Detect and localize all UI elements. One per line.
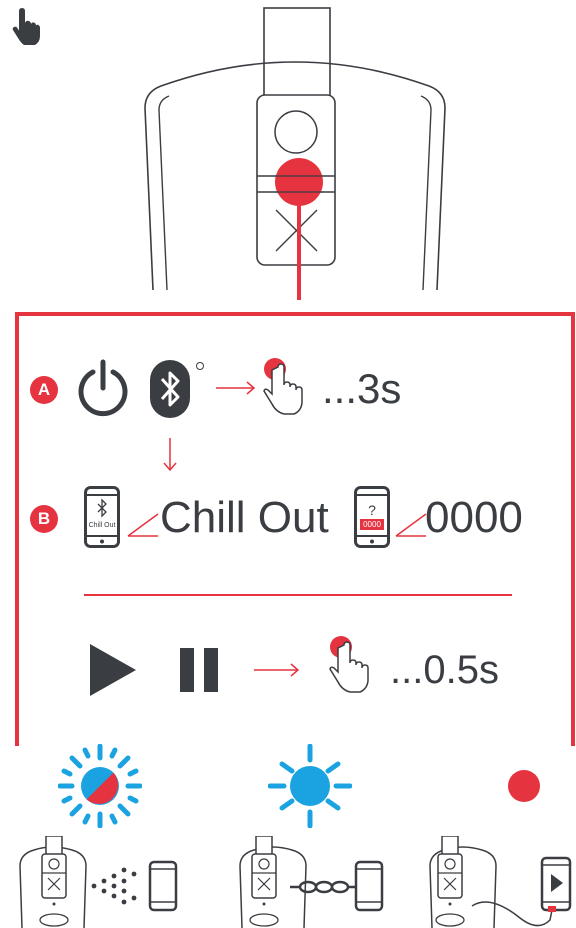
play-icon	[90, 644, 136, 696]
phone-screen-name: Chill Out	[88, 522, 116, 529]
pin-text: 0000	[425, 493, 523, 542]
phone-bluetooth-icon	[84, 486, 120, 548]
finger-press-icon	[262, 358, 310, 418]
step-a-duration: ...3s	[322, 365, 402, 412]
pause-icon	[180, 648, 220, 692]
led-flashing-blue-red-icon	[58, 744, 142, 828]
phone-screen-question: ?	[368, 502, 376, 518]
phone-screen-pin: 0000	[363, 520, 381, 529]
arrow-right-icon	[252, 662, 302, 678]
slash-mark	[394, 502, 428, 538]
slash-mark	[126, 502, 160, 538]
playback-duration: ...0.5s	[390, 648, 499, 692]
arrow-down-icon	[162, 436, 178, 474]
divider	[84, 594, 512, 596]
step-a-badge: A	[30, 376, 58, 404]
step-b-badge: B	[30, 505, 58, 533]
device-name-text: Chill Out	[160, 493, 329, 542]
led-solid-red-icon	[506, 768, 542, 804]
charging-scene	[410, 836, 576, 928]
connected-scene	[220, 836, 400, 928]
arrow-right-icon	[214, 380, 258, 396]
finger-press-icon	[328, 636, 376, 696]
bluetooth-icon	[150, 360, 210, 420]
device-illustration	[135, 0, 455, 300]
power-icon	[76, 358, 130, 418]
led-solid-blue-icon	[268, 744, 352, 828]
pairing-scene	[0, 836, 200, 928]
hand-cursor-icon	[10, 8, 40, 46]
